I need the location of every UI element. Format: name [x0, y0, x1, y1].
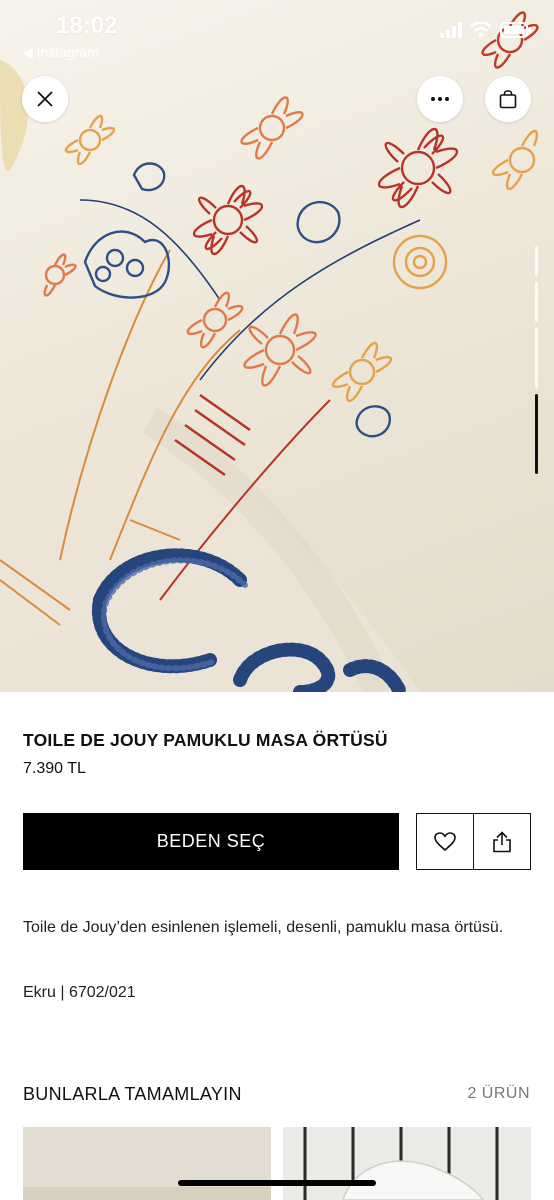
- product-price: 7.390 TL: [23, 760, 86, 777]
- more-icon: [431, 97, 449, 101]
- close-button[interactable]: [22, 76, 68, 122]
- recommended-product-card[interactable]: [283, 1127, 531, 1200]
- scroll-segment-active: [535, 394, 538, 474]
- share-button[interactable]: [473, 814, 530, 869]
- home-indicator: [178, 1180, 376, 1186]
- status-icons: [440, 21, 532, 43]
- shopping-bag-icon: [499, 90, 517, 109]
- product-image[interactable]: 18:02 ◀ Instagram: [0, 0, 554, 692]
- status-bar: 18:02 ◀ Instagram: [0, 0, 554, 60]
- product-thumbnail-image: [23, 1127, 271, 1200]
- embroidery-illustration: [0, 11, 539, 692]
- scroll-segment: [535, 282, 538, 322]
- wifi-icon: [470, 21, 492, 43]
- complete-look-count: 2 ÜRÜN: [467, 1085, 530, 1102]
- product-color-code: Ekru | 6702/021: [23, 984, 136, 1001]
- status-time: 18:02: [56, 12, 118, 39]
- scroll-segment: [535, 328, 538, 388]
- complete-look-title: BUNLARLA TAMAMLAYIN: [23, 1084, 242, 1104]
- back-to-app-link[interactable]: ◀ Instagram: [22, 44, 99, 61]
- recommended-product-card[interactable]: [23, 1127, 271, 1200]
- more-options-button[interactable]: [417, 76, 463, 122]
- product-title: TOILE DE JOUY PAMUKLU MASA ÖRTÜSÜ: [23, 730, 388, 750]
- shopping-bag-button[interactable]: [485, 76, 531, 122]
- heart-icon: [434, 831, 456, 851]
- share-icon: [493, 830, 511, 852]
- close-icon: [37, 91, 53, 107]
- favorite-button[interactable]: [417, 814, 473, 869]
- select-size-button[interactable]: BEDEN SEÇ: [23, 813, 399, 870]
- product-description: Toile de Jouy’den esinlenen işlemeli, de…: [23, 919, 504, 936]
- product-thumbnail-image: [283, 1127, 531, 1200]
- image-scroll-indicator: [535, 246, 538, 486]
- product-actions: [416, 813, 531, 870]
- scroll-segment: [535, 246, 538, 276]
- signal-icon: [440, 22, 462, 43]
- battery-icon: [500, 22, 532, 43]
